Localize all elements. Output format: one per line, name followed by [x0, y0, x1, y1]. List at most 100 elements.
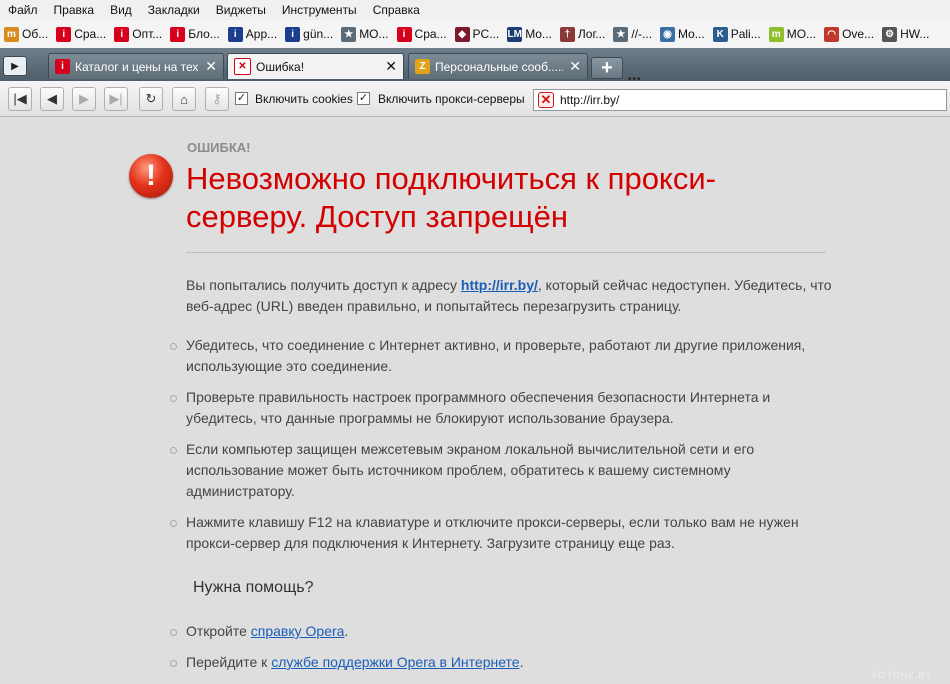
bookmark-label: MO... — [359, 27, 389, 41]
error-intro: Вы попытались получить доступ к адресу h… — [186, 275, 836, 317]
bookmark-label: PC... — [472, 27, 500, 41]
bookmark-favicon-icon: i — [114, 26, 130, 42]
error-icon: ! — [129, 154, 173, 198]
bookmark-favicon-icon: i — [285, 26, 301, 42]
address-bar[interactable]: ✕ — [533, 89, 947, 111]
fast-forward-button[interactable]: ▶| — [104, 87, 128, 111]
bookmark-item[interactable]: † Лог... — [556, 26, 609, 42]
bookmark-item[interactable]: ★ MO... — [337, 26, 392, 42]
close-icon[interactable]: ✕ — [205, 58, 217, 75]
bookmark-item[interactable]: i Сра... — [393, 26, 451, 42]
close-icon[interactable]: ✕ — [569, 58, 581, 75]
bookmark-label: Бло... — [188, 27, 220, 41]
opera-support-link[interactable]: службе поддержки Opera в Интернете — [271, 654, 519, 670]
bookmark-label: gün... — [303, 27, 334, 41]
bookmark-label: //-... — [631, 27, 653, 41]
bookmark-label: HW... — [900, 27, 930, 41]
tab-messages[interactable]: Z Персональные сооб..... ✕ — [408, 53, 588, 79]
tab-icon: i — [55, 59, 70, 74]
back-arrow-icon: ◀ — [47, 91, 57, 106]
menu-bookmarks[interactable]: Закладки — [140, 3, 208, 17]
bookmark-favicon-icon: i — [396, 26, 412, 42]
forward-arrow-icon: ▶ — [79, 91, 89, 106]
bookmark-item[interactable]: ◠ Ove... — [820, 26, 878, 42]
close-icon[interactable]: ✕ — [385, 58, 397, 75]
wand-button[interactable]: ⚷ — [205, 87, 229, 111]
forward-button[interactable]: ▶ — [72, 87, 96, 111]
tab-error[interactable]: ✕ Ошибка! ✕ — [227, 53, 404, 79]
bookmark-label: Mo... — [525, 27, 552, 41]
tab-title: Персональные сооб..... — [435, 59, 564, 74]
bookmark-favicon-icon: i — [170, 26, 186, 42]
help-text-end: . — [344, 623, 349, 639]
menu-widgets[interactable]: Виджеты — [208, 3, 274, 17]
tab-icon: Z — [415, 59, 430, 74]
tab-icon: ✕ — [234, 58, 251, 75]
bookmark-item[interactable]: i Бло... — [166, 26, 224, 42]
bookmark-label: App... — [245, 27, 278, 41]
bookmark-favicon-icon: ◉ — [660, 26, 676, 42]
home-button[interactable]: ⌂ — [172, 87, 196, 111]
bookmark-item[interactable]: ★//-... — [609, 26, 656, 42]
list-item: Перейдите к службе поддержки Opera в Инт… — [170, 652, 830, 673]
rewind-button[interactable]: |◀ — [8, 87, 32, 111]
list-item: Откройте справку Opera. — [170, 621, 830, 642]
bookmark-item[interactable]: K Pali... — [709, 26, 765, 42]
bookmarks-bar: m Об... i Сра... i Опт... i Бло... i App... i gün..… — [0, 20, 950, 49]
bookmark-item[interactable]: LM Mo... — [503, 26, 556, 42]
menu-edit[interactable]: Правка — [46, 3, 103, 17]
bookmark-label: Mo... — [678, 27, 705, 41]
proxy-checkbox[interactable]: ✓ — [357, 92, 370, 105]
intro-url-link[interactable]: http://irr.by/ — [461, 277, 538, 293]
bookmark-label: Pali... — [730, 27, 761, 41]
error-title: Невозможно подключиться к прокси-серверу… — [186, 161, 716, 234]
menu-view[interactable]: Вид — [102, 3, 140, 17]
divider — [186, 252, 826, 253]
error-label: ОШИБКА! — [187, 140, 251, 155]
bookmark-label: Сра... — [74, 27, 107, 41]
bookmark-favicon-icon: LM — [507, 26, 523, 42]
bookmark-item[interactable]: ⚙ HW... — [878, 26, 933, 42]
opera-help-link[interactable]: справку Opera — [251, 623, 345, 639]
fast-forward-icon: ▶| — [109, 91, 123, 106]
bookmark-label: MO... — [786, 27, 817, 41]
tab-bar: ▶ i Каталог и цены на тех... ✕ ✕ Ошибка!… — [0, 48, 950, 81]
bookmark-favicon-icon: i — [56, 26, 72, 42]
tab-title: Ошибка! — [256, 59, 305, 74]
bookmark-item[interactable]: ◉ Mo... — [656, 26, 709, 42]
list-item: Убедитесь, что соединение с Интернет акт… — [170, 335, 830, 377]
new-tab-button[interactable]: + — [591, 57, 623, 79]
bookmark-favicon-icon: ★ — [341, 26, 357, 42]
home-icon: ⌂ — [180, 91, 188, 107]
troubleshooting-list: Убедитесь, что соединение с Интернет акт… — [170, 335, 830, 564]
list-item: Если компьютер защищен межсетевым экрано… — [170, 439, 830, 502]
tab-catalog[interactable]: i Каталог и цены на тех... ✕ — [48, 53, 224, 79]
menu-help[interactable]: Справка — [365, 3, 428, 17]
bookmark-favicon-icon: i — [227, 26, 243, 42]
list-item: Нажмите клавишу F12 на клавиатуре и откл… — [170, 512, 830, 554]
bookmark-favicon-icon: † — [559, 26, 575, 42]
panel-toggle-button[interactable]: ▶ — [3, 56, 27, 76]
reload-icon: ↻ — [145, 91, 157, 106]
bookmark-item[interactable]: i Сра... — [52, 26, 110, 42]
menu-tools[interactable]: Инструменты — [274, 3, 365, 17]
menu-bar: Файл Правка Вид Закладки Виджеты Инструм… — [0, 0, 950, 20]
bookmark-item[interactable]: m Об... — [0, 26, 52, 42]
cookies-label: Включить cookies — [255, 92, 353, 106]
proxy-label: Включить прокси-серверы — [378, 92, 525, 106]
bookmark-item[interactable]: i Опт... — [110, 26, 166, 42]
cookies-checkbox[interactable]: ✓ — [235, 92, 248, 105]
bookmark-item[interactable]: m MO... — [765, 26, 820, 42]
reload-button[interactable]: ↻ — [139, 87, 163, 111]
bookmark-item[interactable]: i gün... — [281, 26, 337, 42]
menu-file[interactable]: Файл — [0, 3, 46, 17]
bookmark-item[interactable]: ◆ PC... — [451, 26, 504, 42]
address-input[interactable] — [560, 93, 930, 107]
bookmark-item[interactable]: i App... — [224, 26, 281, 42]
bookmark-label: Опт... — [132, 27, 163, 41]
back-button[interactable]: ◀ — [40, 87, 64, 111]
page-error-icon: ✕ — [538, 92, 554, 108]
watermark: FOTOHZ.BY — [872, 670, 933, 680]
bookmark-label: Ove... — [842, 27, 875, 41]
help-text: Перейдите к — [186, 654, 272, 670]
